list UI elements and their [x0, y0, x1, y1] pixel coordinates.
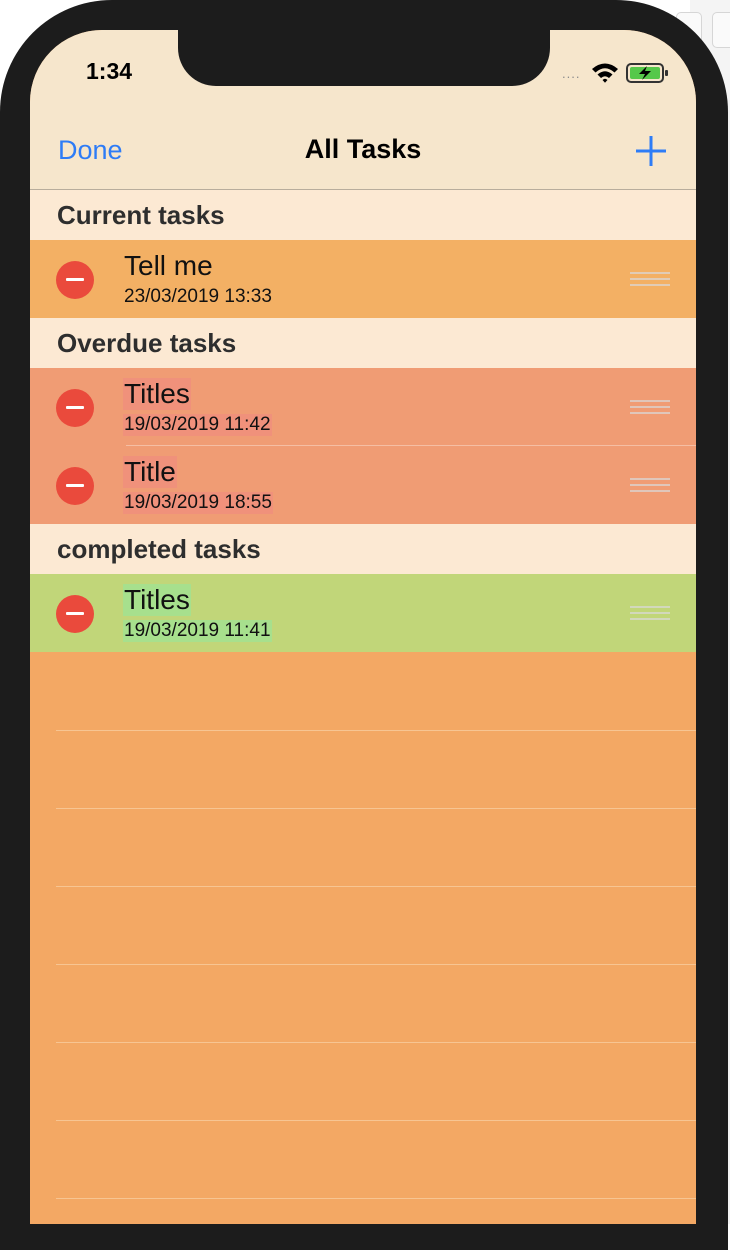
- task-title: Titles: [123, 378, 191, 410]
- reorder-handle-icon[interactable]: [630, 478, 670, 492]
- app-screen: 1:34 .... Done All Tasks Current tasks T…: [30, 30, 696, 1224]
- navigation-bar: Done All Tasks: [30, 130, 696, 190]
- task-date: 19/03/2019 18:55: [123, 492, 273, 514]
- plus-icon[interactable]: [632, 132, 670, 170]
- section-title: Overdue tasks: [57, 328, 237, 358]
- task-date: 23/03/2019 13:33: [124, 286, 272, 307]
- empty-row-separator: [56, 1120, 696, 1121]
- battery-charging-icon: [626, 63, 668, 83]
- empty-row-separator: [56, 964, 696, 965]
- task-title: Titles: [123, 584, 191, 616]
- task-row[interactable]: Titles 19/03/2019 11:41: [30, 574, 696, 652]
- delete-icon[interactable]: [56, 595, 94, 633]
- empty-row-separator: [56, 1042, 696, 1043]
- section-header-overdue: Overdue tasks: [30, 318, 696, 368]
- page-title: All Tasks: [304, 134, 422, 164]
- task-date: 19/03/2019 11:42: [123, 414, 272, 436]
- empty-row-separator: [56, 730, 696, 731]
- section-header-completed: completed tasks: [30, 524, 696, 574]
- reorder-handle-icon[interactable]: [630, 606, 670, 620]
- section-title: Current tasks: [57, 200, 225, 230]
- task-row[interactable]: Title 19/03/2019 18:55: [30, 446, 696, 524]
- signal-dots-icon: ....: [562, 66, 581, 81]
- empty-row-separator: [56, 1198, 696, 1199]
- task-date: 19/03/2019 11:41: [123, 620, 272, 642]
- task-title: Tell me: [124, 250, 213, 281]
- status-time: 1:34: [86, 58, 133, 84]
- task-row[interactable]: Tell me 23/03/2019 13:33: [30, 240, 696, 318]
- delete-icon[interactable]: [56, 389, 94, 427]
- delete-icon[interactable]: [56, 467, 94, 505]
- empty-row-separator: [56, 886, 696, 887]
- reorder-handle-icon[interactable]: [630, 400, 670, 414]
- empty-row-separator: [56, 808, 696, 809]
- phone-frame: 1:34 .... Done All Tasks Current tasks T…: [0, 0, 728, 1250]
- section-title: completed tasks: [57, 534, 261, 564]
- desktop-window-tab: [712, 12, 730, 48]
- task-title: Title: [123, 456, 177, 488]
- reorder-handle-icon[interactable]: [630, 272, 670, 286]
- wifi-icon: [592, 63, 618, 83]
- delete-icon[interactable]: [56, 261, 94, 299]
- device-notch: [178, 30, 550, 86]
- section-header-current: Current tasks: [30, 190, 696, 240]
- task-row[interactable]: Titles 19/03/2019 11:42: [30, 368, 696, 446]
